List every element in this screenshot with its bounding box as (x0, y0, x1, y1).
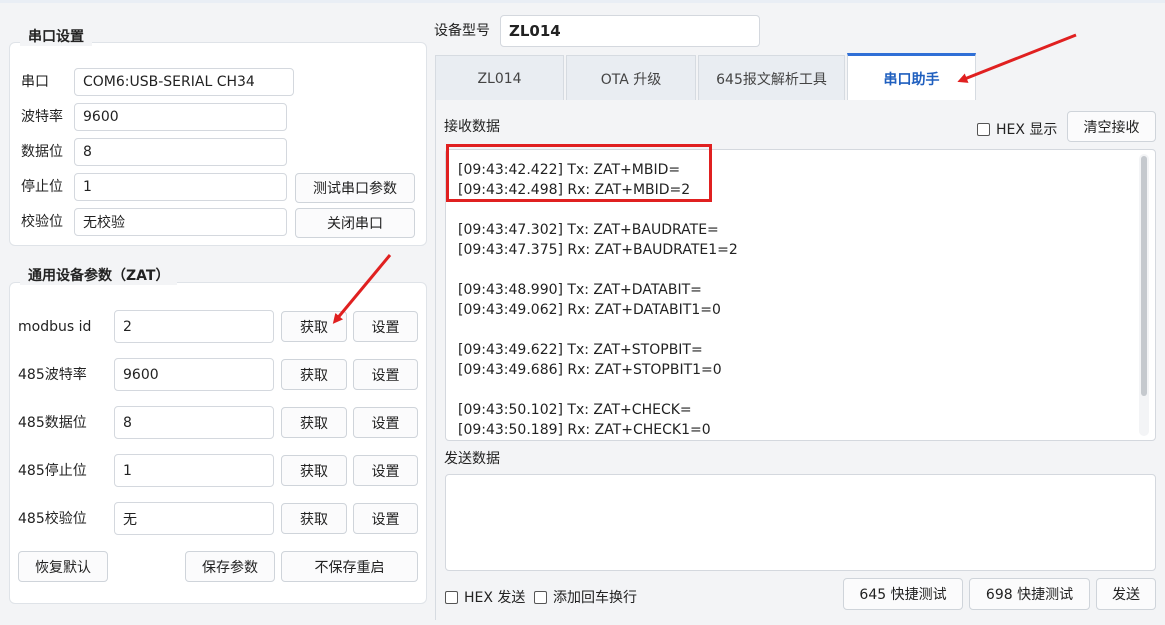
recv-line: [09:43:50.102] Tx: ZAT+CHECK= (458, 402, 692, 418)
recv-line (458, 320, 738, 340)
test-serial-params-button[interactable]: 测试串口参数 (295, 173, 415, 203)
recv-data-label: 接收数据 (444, 119, 500, 135)
tab-645-parser[interactable]: 645报文解析工具 (698, 55, 845, 101)
parity-field[interactable]: 无校验 (74, 208, 287, 236)
rs485-baud-field[interactable]: 9600 (114, 358, 274, 391)
device-model-field[interactable]: ZL014 (500, 15, 760, 47)
parity-label: 校验位 (21, 214, 63, 230)
hex-display-checkbox[interactable]: HEX 显示 (977, 119, 1057, 139)
quick-test-645-button[interactable]: 645 快捷测试 (843, 578, 963, 610)
set-rs485-parity-button[interactable]: 设置 (353, 503, 418, 534)
databits-field[interactable]: 8 (74, 138, 287, 166)
modbus-id-field[interactable]: 2 (114, 310, 274, 343)
tab-ota-upgrade[interactable]: OTA 升级 (566, 55, 696, 101)
serial-settings-title: 串口设置 (20, 28, 92, 46)
hex-send-checkbox-box[interactable] (445, 590, 458, 604)
recv-line (458, 200, 738, 220)
arrow-to-serial-tab (957, 33, 1077, 83)
set-rs485-baud-button[interactable]: 设置 (353, 359, 418, 390)
zat-row-label: 485数据位 (18, 415, 87, 431)
append-crlf-label: 添加回车换行 (553, 590, 637, 606)
reboot-without-save-button[interactable]: 不保存重启 (281, 551, 418, 582)
get-modbus-id-button[interactable]: 获取 (281, 311, 347, 342)
restore-defaults-button[interactable]: 恢复默认 (18, 551, 108, 582)
clear-recv-button[interactable]: 清空接收 (1067, 111, 1156, 142)
recv-line (458, 260, 738, 280)
set-modbus-id-button[interactable]: 设置 (353, 311, 418, 342)
zat-row-label: 485波特率 (18, 367, 87, 383)
port-label: 串口 (21, 74, 49, 90)
send-data-label: 发送数据 (444, 451, 500, 467)
hex-display-checkbox-box[interactable] (977, 122, 990, 136)
get-rs485-databits-button[interactable]: 获取 (281, 407, 347, 438)
send-textarea[interactable] (445, 474, 1156, 571)
recv-line: [09:43:47.302] Tx: ZAT+BAUDRATE= (458, 222, 719, 238)
hex-send-label: HEX 发送 (464, 590, 526, 606)
zat-params-title: 通用设备参数（ZAT） (20, 267, 178, 285)
get-rs485-parity-button[interactable]: 获取 (281, 503, 347, 534)
append-crlf-checkbox[interactable]: 添加回车换行 (534, 587, 637, 607)
hex-send-checkbox[interactable]: HEX 发送 (445, 587, 525, 607)
hex-display-label: HEX 显示 (996, 122, 1058, 138)
set-rs485-databits-button[interactable]: 设置 (353, 407, 418, 438)
stopbits-field[interactable]: 1 (74, 173, 287, 201)
quick-test-698-button[interactable]: 698 快捷测试 (969, 578, 1090, 610)
close-serial-button[interactable]: 关闭串口 (295, 208, 415, 238)
recv-line: [09:43:49.622] Tx: ZAT+STOPBIT= (458, 342, 703, 358)
zat-row-label: modbus id (18, 319, 92, 335)
recv-scrollbar-thumb[interactable] (1141, 156, 1147, 396)
tab-zl014[interactable]: ZL014 (435, 55, 564, 101)
recv-line: [09:43:50.189] Rx: ZAT+CHECK1=0 (458, 422, 711, 438)
rs485-stopbits-field[interactable]: 1 (114, 454, 274, 487)
databits-label: 数据位 (21, 144, 63, 160)
tab-serial-assistant[interactable]: 串口助手 (847, 53, 976, 101)
recv-line: [09:43:49.062] Rx: ZAT+DATABIT1=0 (458, 302, 721, 318)
rs485-databits-field[interactable]: 8 (114, 406, 274, 439)
highlight-box (446, 144, 712, 202)
baud-label: 波特率 (21, 109, 63, 125)
get-rs485-baud-button[interactable]: 获取 (281, 359, 347, 390)
stopbits-label: 停止位 (21, 179, 63, 195)
top-strip (0, 0, 1165, 3)
zat-row-label: 485校验位 (18, 511, 87, 527)
save-params-button[interactable]: 保存参数 (185, 551, 275, 582)
device-model-label: 设备型号 (434, 23, 490, 39)
recv-line: [09:43:47.375] Rx: ZAT+BAUDRATE1=2 (458, 242, 738, 258)
recv-line (458, 380, 738, 400)
rs485-parity-field[interactable]: 无 (114, 502, 274, 535)
recv-lines: [09:43:42.422] Tx: ZAT+MBID= [09:43:42.4… (458, 160, 738, 440)
append-crlf-checkbox-box[interactable] (534, 590, 547, 604)
recv-line: [09:43:49.686] Rx: ZAT+STOPBIT1=0 (458, 362, 722, 378)
set-rs485-stopbits-button[interactable]: 设置 (353, 455, 418, 486)
send-button[interactable]: 发送 (1096, 578, 1156, 610)
baud-field[interactable]: 9600 (74, 103, 287, 131)
recv-line: [09:43:48.990] Tx: ZAT+DATABIT= (458, 282, 702, 298)
zat-row-label: 485停止位 (18, 463, 87, 479)
get-rs485-stopbits-button[interactable]: 获取 (281, 455, 347, 486)
port-select[interactable]: COM6:USB-SERIAL CH34 (74, 68, 294, 96)
